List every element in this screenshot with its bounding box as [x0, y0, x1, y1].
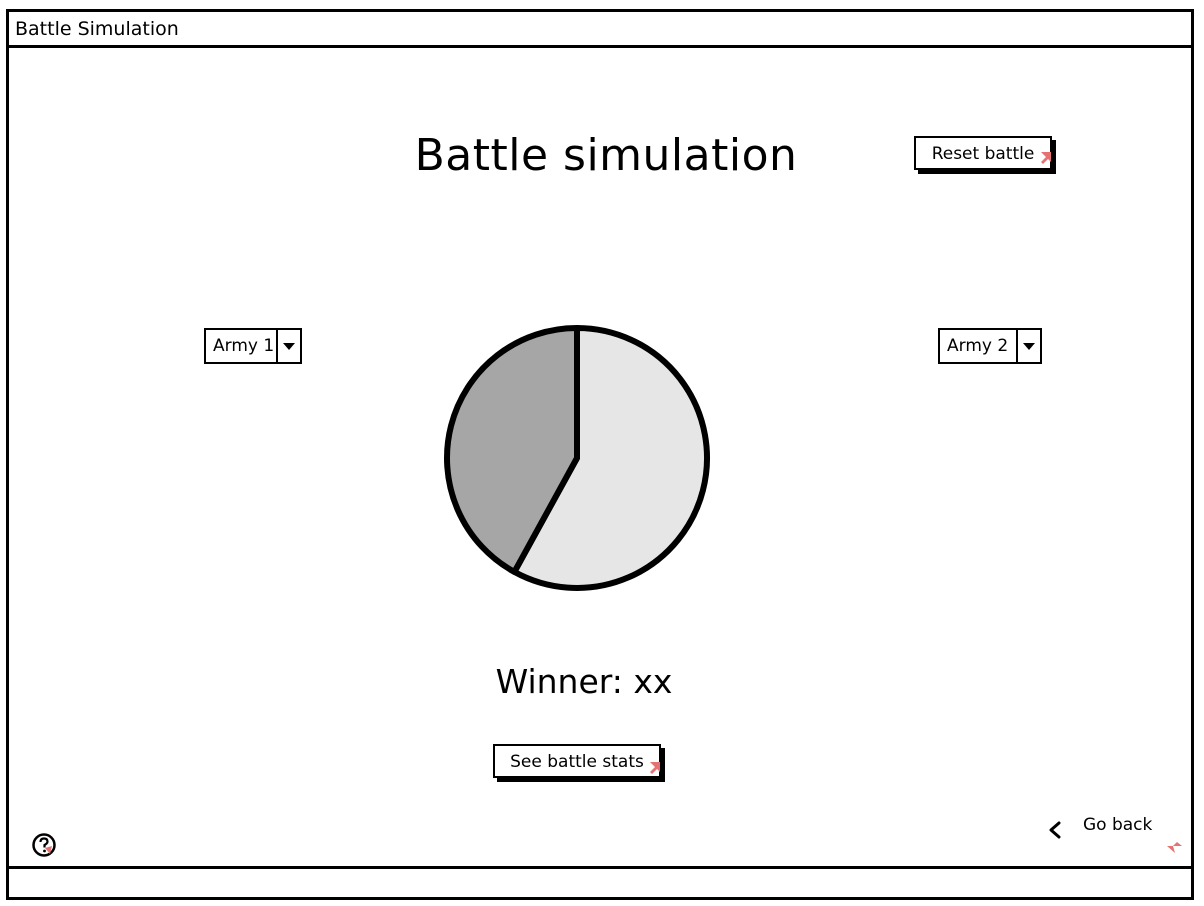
go-back-link[interactable]: Go back	[1039, 812, 1189, 853]
see-battle-stats-button[interactable]: See battle stats	[493, 744, 661, 778]
winner-text: Winner: xx	[495, 662, 673, 701]
reset-battle-label: Reset battle	[931, 144, 1035, 164]
army-1-select[interactable]: Army 1	[204, 328, 302, 364]
army-1-value: Army 1	[213, 336, 275, 356]
cursor-icon	[1041, 152, 1051, 164]
army-2-value: Army 2	[947, 336, 1009, 356]
cursor-icon	[650, 762, 660, 774]
status-bar	[9, 866, 1191, 897]
help-icon[interactable]	[31, 832, 57, 858]
chevron-down-icon[interactable]	[276, 330, 300, 362]
battle-pie-chart	[444, 325, 710, 591]
reset-battle-button[interactable]: Reset battle	[914, 136, 1052, 170]
go-back-label: Go back	[1083, 815, 1153, 835]
title-bar: Battle Simulation	[9, 12, 1191, 48]
cursor-icon	[1167, 836, 1183, 853]
army-2-select[interactable]: Army 2	[938, 328, 1042, 364]
chevron-left-icon	[1049, 821, 1061, 839]
window-title: Battle Simulation	[15, 18, 179, 40]
chevron-down-icon[interactable]	[1016, 330, 1040, 362]
app-window: Battle Simulation Battle simulation Rese…	[6, 9, 1194, 900]
see-battle-stats-label: See battle stats	[510, 752, 644, 772]
